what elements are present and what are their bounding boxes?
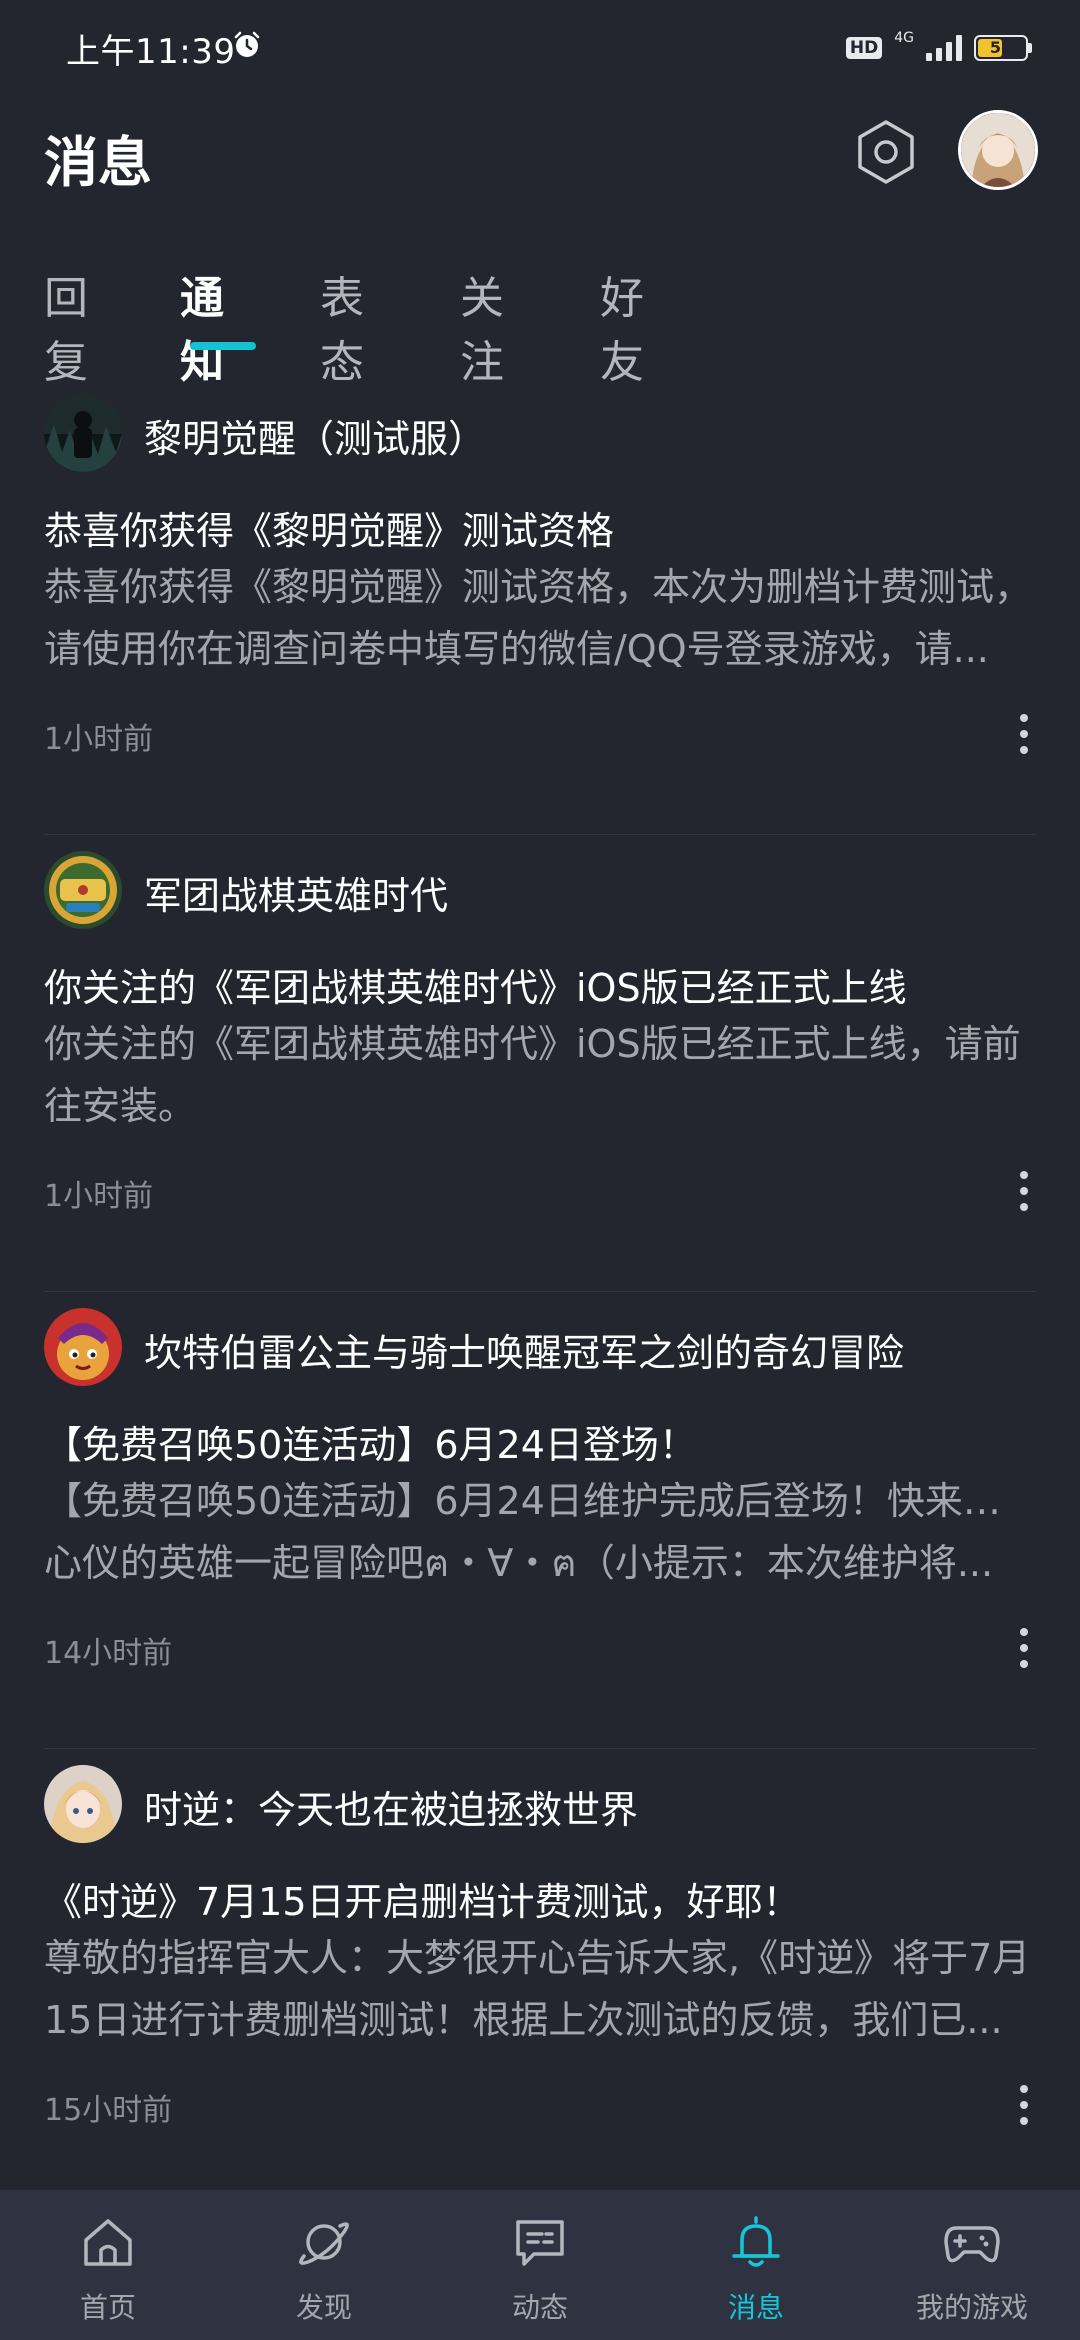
more-options-icon[interactable]	[1012, 2085, 1036, 2125]
user-avatar[interactable]	[958, 110, 1038, 190]
notification-source[interactable]: 军团战棋英雄时代	[144, 865, 448, 920]
notification-body: 尊敬的指挥官大人：大梦很开心告诉大家,《时逆》将于7月 15日进行计费删档测试！…	[44, 1927, 1036, 2051]
gamepad-icon	[944, 2226, 1000, 2263]
page-title: 消息	[44, 131, 152, 194]
nav-label: 消息	[727, 2291, 784, 2324]
body-line: 往安装。	[44, 1084, 197, 1128]
signal-icon	[926, 35, 962, 61]
nav-home[interactable]: 首页	[0, 2190, 216, 2340]
notification-source[interactable]: 时逆：今天也在被迫拯救世界	[144, 1779, 638, 1834]
body-line: 请使用你在调查问卷中填写的微信/QQ号登录游戏，请...	[44, 627, 989, 671]
planet-icon	[299, 2222, 349, 2265]
notification-source[interactable]: 黎明觉醒（测试服）	[144, 408, 486, 463]
nav-discover[interactable]: 发现	[216, 2190, 432, 2340]
notification-title: 【免费召唤50连活动】6月24日登场！	[44, 1423, 697, 1467]
body-line: 恭喜你获得《黎明觉醒》测试资格，本次为删档计费测试，	[44, 565, 1033, 609]
body-line: 你关注的《军团战棋英雄时代》iOS版已经正式上线，请前	[44, 1022, 1021, 1066]
notification-time: 14小时前	[44, 1636, 173, 1671]
avatar-image	[961, 113, 1035, 187]
battery-cap	[1028, 43, 1032, 53]
bell-icon	[732, 2216, 780, 2267]
more-options-icon[interactable]	[1012, 1628, 1036, 1668]
body-line: 15日进行计费删档测试！根据上次测试的反馈，我们已...	[44, 1998, 1003, 2042]
more-options-icon[interactable]	[1012, 1171, 1036, 1211]
body-line: 心仪的英雄一起冒险吧ฅ・∀・ฅ（小提示：本次维护将...	[44, 1541, 994, 1585]
notification-title: 你关注的《军团战棋英雄时代》iOS版已经正式上线	[44, 966, 907, 1010]
game-avatar[interactable]	[44, 1308, 122, 1386]
nav-feed[interactable]: 动态	[432, 2190, 648, 2340]
nav-label: 动态	[511, 2291, 568, 2324]
body-line: 【免费召唤50连活动】6月24日维护完成后登场！快来召集	[44, 1479, 1036, 1523]
notification-item[interactable]: 坎特伯雷公主与骑士唤醒冠军之剑的奇幻冒险 【免费召唤50连活动】6月24日登场！…	[0, 1292, 1080, 1749]
game-avatar[interactable]	[44, 851, 122, 929]
notification-title: 恭喜你获得《黎明觉醒》测试资格	[44, 509, 615, 553]
notification-title: 《时逆》7月15日开启删档计费测试，好耶！	[44, 1880, 801, 1924]
tab-indicator	[190, 342, 256, 350]
game-avatar[interactable]	[44, 1765, 122, 1843]
notification-body: 【免费召唤50连活动】6月24日维护完成后登场！快来召集 心仪的英雄一起冒险吧ฅ…	[44, 1470, 1036, 1594]
hd-badge: HD	[845, 37, 883, 59]
chat-bubble-icon	[516, 2220, 564, 2266]
notification-list: 黎明觉醒（测试服） 恭喜你获得《黎明觉醒》测试资格 恭喜你获得《黎明觉醒》测试资…	[0, 378, 1080, 2206]
hexagon-settings-icon[interactable]	[852, 118, 920, 186]
tab-friends[interactable]: 好友	[600, 262, 644, 390]
nav-label: 首页	[79, 2291, 136, 2324]
notification-source[interactable]: 坎特伯雷公主与骑士唤醒冠军之剑的奇幻冒险	[144, 1322, 904, 1377]
status-indicators: HD 4G 52	[845, 28, 1032, 68]
notification-item[interactable]: 军团战棋英雄时代 你关注的《军团战棋英雄时代》iOS版已经正式上线 你关注的《军…	[0, 835, 1080, 1292]
notification-item[interactable]: 时逆：今天也在被迫拯救世界 《时逆》7月15日开启删档计费测试，好耶！ 尊敬的指…	[0, 1749, 1080, 2206]
bottom-nav: 首页 发现 动态 消息 我的游戏	[0, 2190, 1080, 2340]
status-bar: 上午11:39 HD 4G 52	[0, 0, 1080, 96]
network-type: 4G	[894, 30, 914, 46]
notification-time: 1小时前	[44, 1179, 154, 1214]
battery-level: 52	[989, 38, 1013, 57]
tab-notification[interactable]: 通知	[180, 262, 224, 390]
notification-time: 1小时前	[44, 722, 154, 757]
nav-label: 我的游戏	[915, 2291, 1028, 2324]
status-time: 上午11:39	[66, 32, 236, 72]
more-options-icon[interactable]	[1012, 714, 1036, 754]
notification-time: 15小时前	[44, 2093, 173, 2128]
game-avatar[interactable]	[44, 394, 122, 472]
home-icon	[84, 2219, 132, 2266]
battery-icon: 52	[974, 35, 1028, 61]
notification-body: 你关注的《军团战棋英雄时代》iOS版已经正式上线，请前 往安装。	[44, 1013, 1036, 1137]
notification-item[interactable]: 黎明觉醒（测试服） 恭喜你获得《黎明觉醒》测试资格 恭喜你获得《黎明觉醒》测试资…	[0, 378, 1080, 835]
notification-body: 恭喜你获得《黎明觉醒》测试资格，本次为删档计费测试， 请使用你在调查问卷中填写的…	[44, 556, 1036, 680]
tab-follow[interactable]: 关注	[460, 262, 504, 390]
nav-messages[interactable]: 消息	[648, 2190, 864, 2340]
nav-my-games[interactable]: 我的游戏	[864, 2190, 1080, 2340]
tab-reaction[interactable]: 表态	[320, 262, 364, 390]
tab-reply[interactable]: 回复	[44, 262, 88, 390]
body-line: 尊敬的指挥官大人：大梦很开心告诉大家,《时逆》将于7月	[44, 1936, 1031, 1980]
alarm-icon	[234, 31, 260, 57]
nav-label: 发现	[295, 2291, 352, 2324]
